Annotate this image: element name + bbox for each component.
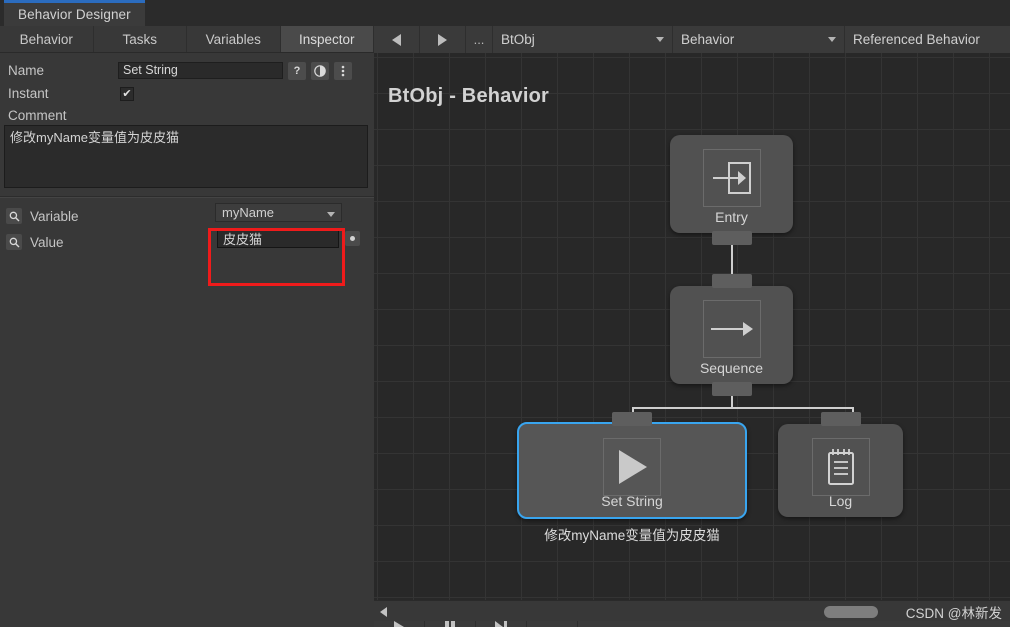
chevron-down-icon xyxy=(327,212,335,217)
magnifier-glyph-value xyxy=(9,237,19,247)
name-input[interactable]: Set String xyxy=(118,62,283,79)
inspector-panel: Behavior Tasks Variables Inspector Name … xyxy=(0,26,374,627)
value-object-picker-button[interactable] xyxy=(345,231,360,246)
pause-icon xyxy=(445,621,455,627)
chevron-down-icon-object xyxy=(656,37,664,42)
help-icon[interactable]: ? xyxy=(288,61,306,80)
overflow-button[interactable]: ... xyxy=(466,26,493,53)
play-triangle-icon xyxy=(603,438,661,496)
entry-arrow-icon xyxy=(702,149,761,207)
node-entry-bottom-nub xyxy=(711,231,752,245)
node-sequence-bottom-nub xyxy=(711,382,752,396)
behavior-graph-panel: ... BtObj Behavior Referenced Behavior B… xyxy=(374,26,1010,627)
playback-extra-cell[interactable] xyxy=(527,621,578,627)
notepad-glyph xyxy=(827,449,854,485)
behavior-select[interactable]: Behavior xyxy=(673,26,845,53)
node-set-string-top-nub xyxy=(612,412,652,426)
triangle-left-icon xyxy=(392,33,401,46)
node-sequence[interactable]: Sequence xyxy=(670,274,793,396)
watermark-label: CSDN @林新发 xyxy=(905,605,1002,621)
window-tabbar: Behavior Designer xyxy=(0,0,1010,26)
window-tab-behavior-designer[interactable]: Behavior Designer xyxy=(4,0,145,26)
variable-label: Variable xyxy=(30,208,79,224)
left-panel-bottom-fill xyxy=(0,600,374,627)
tab-variables-label: Variables xyxy=(205,31,261,47)
search-icon-value[interactable] xyxy=(6,234,22,250)
notepad-icon xyxy=(811,438,870,496)
graph-toolbar: ... BtObj Behavior Referenced Behavior xyxy=(374,26,1010,54)
node-log-label: Log xyxy=(828,493,853,509)
tab-tasks[interactable]: Tasks xyxy=(93,26,187,52)
presets-icon[interactable] xyxy=(311,61,329,80)
node-set-string-comment: 修改myName变量值为皮皮猫 xyxy=(544,528,720,543)
value-row: Value 皮皮猫 xyxy=(0,229,374,255)
right-arrow-icon xyxy=(702,300,761,358)
object-select-value: BtObj xyxy=(501,32,535,47)
node-log[interactable]: Log xyxy=(778,412,903,517)
variable-dropdown-value: myName xyxy=(222,205,275,220)
play-triangle-glyph xyxy=(619,450,647,484)
node-set-string-label: Set String xyxy=(601,493,663,509)
magnifier-glyph xyxy=(9,211,19,221)
step-button[interactable] xyxy=(476,621,527,627)
graph-bottom-bar: CSDN @林新发 xyxy=(374,600,1010,622)
value-label: Value xyxy=(30,234,64,250)
chevron-down-icon-behavior xyxy=(828,37,836,42)
tab-inspector[interactable]: Inspector xyxy=(280,26,374,52)
playback-control-bar xyxy=(374,621,1010,627)
step-forward-icon xyxy=(495,621,507,627)
graph-title: BtObj - Behavior xyxy=(388,85,549,107)
value-input[interactable]: 皮皮猫 xyxy=(217,229,339,248)
name-label: Name xyxy=(8,63,45,78)
edge-sequence-branch-horizontal xyxy=(632,407,854,409)
instant-label: Instant xyxy=(8,86,49,101)
variable-dropdown[interactable]: myName xyxy=(215,203,342,222)
behavior-designer-window: Behavior Designer Behavior Tasks Variabl… xyxy=(0,0,1010,627)
right-arrow-glyph xyxy=(710,322,753,336)
dot-glyph xyxy=(350,236,355,241)
tab-inspector-label: Inspector xyxy=(298,31,355,47)
variable-row: Variable myName xyxy=(0,203,374,229)
node-entry[interactable]: Entry xyxy=(670,135,793,245)
inspector-tab-bar: Behavior Tasks Variables Inspector xyxy=(0,26,374,53)
tab-behavior-label: Behavior xyxy=(19,31,73,47)
name-row: Name Set String ? xyxy=(0,59,374,82)
tab-tasks-label: Tasks xyxy=(122,31,157,47)
node-log-top-nub xyxy=(820,412,861,426)
instant-checkbox[interactable]: ✔ xyxy=(120,86,134,101)
more-menu-icon[interactable] xyxy=(334,61,352,80)
object-select[interactable]: BtObj xyxy=(493,26,673,53)
node-sequence-label: Sequence xyxy=(699,360,764,376)
triangle-right-icon xyxy=(438,33,447,46)
task-fields: Variable myName Value 皮皮猫 xyxy=(0,198,374,255)
tab-variables[interactable]: Variables xyxy=(187,26,281,52)
node-entry-label: Entry xyxy=(715,209,748,225)
forward-button[interactable] xyxy=(420,26,466,53)
node-sequence-top-nub xyxy=(711,274,752,288)
presets-circle-icon xyxy=(314,64,326,77)
scroll-left-icon[interactable] xyxy=(380,606,387,617)
window-tab-label: Behavior Designer xyxy=(18,7,131,22)
search-icon[interactable] xyxy=(6,208,22,224)
referenced-behavior-label: Referenced Behavior xyxy=(845,26,1010,53)
behavior-select-value: Behavior xyxy=(681,32,735,47)
comment-label: Comment xyxy=(8,108,67,123)
instant-row: Instant ✔ xyxy=(0,82,374,105)
vertical-dots-icon xyxy=(341,65,345,76)
node-set-string[interactable]: Set String xyxy=(517,412,747,519)
play-button[interactable] xyxy=(374,621,425,627)
comment-textarea[interactable]: 修改myName变量值为皮皮猫 xyxy=(4,125,368,188)
zoom-slider-handle[interactable] xyxy=(824,605,878,618)
tab-behavior[interactable]: Behavior xyxy=(0,26,94,52)
entry-arrow-glyph xyxy=(712,162,751,194)
back-button[interactable] xyxy=(374,26,420,53)
graph-canvas[interactable]: BtObj - Behavior Entry Sequence Set Stri… xyxy=(374,53,1010,627)
play-icon xyxy=(394,621,404,627)
pause-button[interactable] xyxy=(425,621,476,627)
